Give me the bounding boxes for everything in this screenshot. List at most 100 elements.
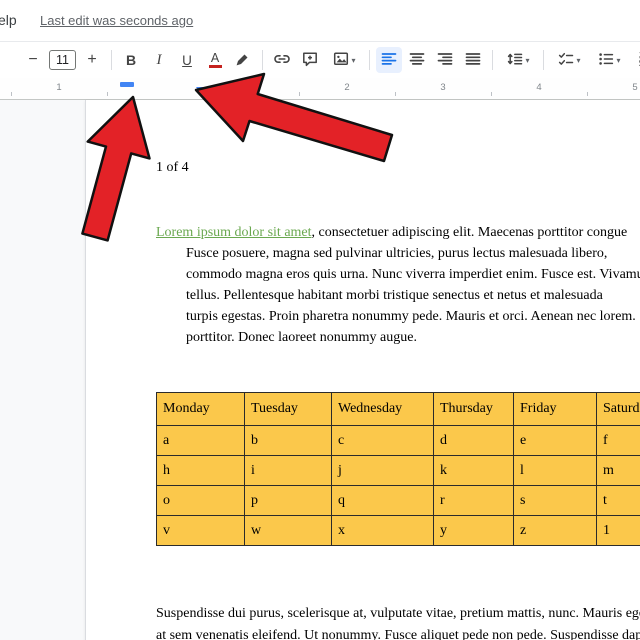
paragraph-line: at sem venenatis eleifend. Ut nonummy. F…	[156, 625, 640, 640]
paragraph-2: Suspendisse dui purus, scelerisque at, v…	[156, 603, 640, 640]
paragraph-line: Fusce posuere, magna sed pulvinar ultric…	[156, 243, 640, 264]
last-edit-link[interactable]: Last edit was seconds ago	[40, 13, 193, 28]
table-header-row: MondayTuesdayWednesdayThursdayFridaySatu…	[157, 393, 640, 426]
numbered-list-button[interactable]: 123 ▾	[630, 47, 640, 73]
align-left-icon	[380, 50, 398, 71]
table-cell[interactable]: e	[514, 426, 597, 456]
menu-help-partial[interactable]: elp	[0, 12, 17, 28]
ruler[interactable]: 112345	[0, 78, 640, 100]
left-indent-marker[interactable]	[196, 87, 210, 97]
table-header-cell[interactable]: Saturday	[597, 393, 640, 426]
table-header-cell[interactable]: Friday	[514, 393, 597, 426]
document-canvas: 1 of 4 Lorem ipsum dolor sit amet, conse…	[0, 100, 640, 640]
table-row: hijklm	[157, 456, 640, 486]
insert-link-button[interactable]	[269, 47, 295, 73]
italic-button[interactable]: I	[146, 47, 172, 73]
ruler-tick	[587, 92, 588, 96]
underline-button[interactable]: U	[174, 47, 200, 73]
highlight-color-button[interactable]	[230, 47, 256, 73]
checklist-button[interactable]: ▾	[550, 47, 588, 73]
text-color-icon: A	[209, 52, 222, 69]
table-cell[interactable]: v	[157, 516, 245, 546]
image-icon	[332, 50, 350, 71]
paragraph-line: tellus. Pellentesque habitant morbi tris…	[156, 285, 640, 306]
paragraph-line: commodo magna eros quis urna. Nunc viver…	[156, 264, 640, 285]
paragraph-text: , consectetuer adipiscing elit. Maecenas…	[312, 225, 628, 240]
table-cell[interactable]: z	[514, 516, 597, 546]
checklist-icon	[557, 50, 575, 71]
bulleted-list-icon	[597, 50, 615, 71]
table-cell[interactable]: o	[157, 486, 245, 516]
paragraph-line: Suspendisse dui purus, scelerisque at, v…	[156, 603, 640, 625]
menu-bar: elp Last edit was seconds ago	[0, 0, 640, 42]
ruler-number: 4	[536, 82, 541, 93]
insert-image-button[interactable]: ▾	[325, 47, 363, 73]
align-right-button[interactable]	[432, 47, 458, 73]
table-cell[interactable]: f	[597, 426, 640, 456]
plus-icon: +	[87, 51, 96, 69]
document-page[interactable]: 1 of 4 Lorem ipsum dolor sit amet, conse…	[85, 100, 640, 640]
table-cell[interactable]: m	[597, 456, 640, 486]
ruler-tick	[11, 92, 12, 96]
table-header-cell[interactable]: Wednesday	[332, 393, 434, 426]
line-spacing-icon	[506, 50, 524, 71]
align-justify-button[interactable]	[460, 47, 486, 73]
add-comment-button[interactable]	[297, 47, 323, 73]
table-cell[interactable]: l	[514, 456, 597, 486]
google-docs-app: elp Last edit was seconds ago − 11 + B I…	[0, 0, 640, 640]
chevron-down-icon: ▾	[576, 56, 580, 65]
line-spacing-button[interactable]: ▾	[499, 47, 537, 73]
chevron-down-icon: ▾	[525, 56, 529, 65]
increase-font-size-button[interactable]: +	[79, 47, 105, 73]
toolbar-divider	[543, 50, 544, 70]
align-left-button[interactable]	[376, 47, 402, 73]
ruler-tick	[299, 92, 300, 96]
bulleted-list-button[interactable]: ▾	[590, 47, 628, 73]
table-cell[interactable]: p	[245, 486, 332, 516]
table-cell[interactable]: 1	[597, 516, 640, 546]
align-right-icon	[436, 50, 454, 71]
table-cell[interactable]: c	[332, 426, 434, 456]
paragraph-line: Lorem ipsum dolor sit amet, consectetuer…	[156, 222, 640, 243]
align-justify-icon	[464, 50, 482, 71]
toolbar-divider	[492, 50, 493, 70]
ruler-tick	[491, 92, 492, 96]
first-line-indent-marker[interactable]	[120, 82, 134, 87]
decrease-font-size-button[interactable]: −	[20, 47, 46, 73]
toolbar: − 11 + B I U A ▾	[0, 42, 640, 78]
toolbar-divider	[111, 50, 112, 70]
table-cell[interactable]: q	[332, 486, 434, 516]
chevron-down-icon: ▾	[351, 56, 355, 65]
bold-icon: B	[126, 52, 136, 68]
table-header-cell[interactable]: Tuesday	[245, 393, 332, 426]
table-header-cell[interactable]: Thursday	[434, 393, 514, 426]
bold-button[interactable]: B	[118, 47, 144, 73]
align-center-button[interactable]	[404, 47, 430, 73]
page-indicator: 1 of 4	[156, 160, 189, 176]
table-cell[interactable]: y	[434, 516, 514, 546]
chevron-down-icon: ▾	[616, 56, 620, 65]
table-cell[interactable]: b	[245, 426, 332, 456]
table-cell[interactable]: k	[434, 456, 514, 486]
table-cell[interactable]: j	[332, 456, 434, 486]
table-header-cell[interactable]: Monday	[157, 393, 245, 426]
table-cell[interactable]: x	[332, 516, 434, 546]
table-cell[interactable]: w	[245, 516, 332, 546]
link-icon	[273, 50, 291, 71]
table-cell[interactable]: d	[434, 426, 514, 456]
table-cell[interactable]: r	[434, 486, 514, 516]
minus-icon: −	[28, 51, 37, 69]
align-center-icon	[408, 50, 426, 71]
table-cell[interactable]: i	[245, 456, 332, 486]
weekday-table[interactable]: MondayTuesdayWednesdayThursdayFridaySatu…	[156, 392, 640, 546]
table-row: vwxyz1	[157, 516, 640, 546]
table-cell[interactable]: s	[514, 486, 597, 516]
font-size-input[interactable]: 11	[49, 50, 76, 70]
lorem-ipsum-link[interactable]: Lorem ipsum dolor sit amet	[156, 225, 312, 240]
text-color-button[interactable]: A	[202, 47, 228, 73]
table-row: opqrst	[157, 486, 640, 516]
highlighter-icon	[234, 50, 252, 71]
table-cell[interactable]: t	[597, 486, 640, 516]
table-cell[interactable]: a	[157, 426, 245, 456]
table-cell[interactable]: h	[157, 456, 245, 486]
